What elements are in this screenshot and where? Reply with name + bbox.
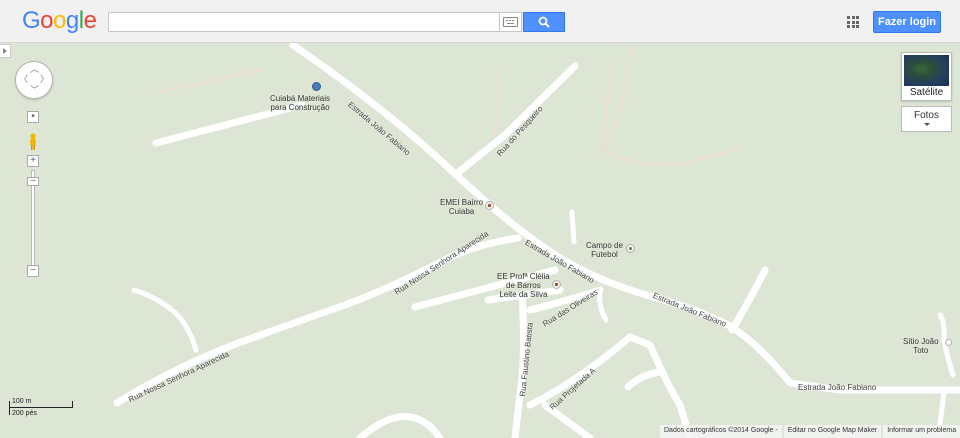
- photos-label: Fotos: [913, 110, 939, 121]
- place-label[interactable]: Campo de Futebol: [586, 241, 623, 259]
- scale-bar: 100 m 200 pés: [8, 398, 74, 418]
- school-icon[interactable]: [552, 280, 561, 289]
- place-label[interactable]: Cuiabá Materiais para Construção: [270, 94, 330, 112]
- scale-imperial-label: 200 pés: [12, 410, 37, 417]
- recenter-icon[interactable]: •: [27, 111, 39, 123]
- search-input[interactable]: [108, 12, 500, 32]
- satellite-toggle[interactable]: Satélite: [901, 52, 952, 101]
- keyboard-icon[interactable]: [500, 12, 522, 32]
- pan-down-icon[interactable]: ﹀: [30, 86, 39, 95]
- scale-metric-label: 100 m: [12, 398, 32, 405]
- satellite-label: Satélite: [909, 87, 944, 98]
- place-dot-icon[interactable]: [945, 339, 952, 346]
- map-maker-link[interactable]: Editar no Google Map Maker: [783, 425, 882, 438]
- pan-up-icon[interactable]: ︿: [30, 65, 39, 74]
- pan-control[interactable]: ︿ ﹀ 〈 〉: [15, 61, 53, 99]
- search-icon: [538, 16, 550, 28]
- school-icon[interactable]: [485, 201, 494, 210]
- satellite-thumbnail: [904, 55, 949, 86]
- search-button[interactable]: [523, 12, 565, 32]
- attribution-text: Dados cartográficos ©2014 Google -: [660, 425, 782, 438]
- zoom-slider-handle[interactable]: −: [27, 177, 39, 187]
- map-canvas[interactable]: Estrada João Fabiano Rua do Pesqueiro Es…: [0, 43, 960, 438]
- shop-icon[interactable]: [312, 82, 321, 91]
- zoom-out-button[interactable]: −: [27, 265, 39, 277]
- top-bar: Google Fazer login: [0, 0, 960, 43]
- place-label[interactable]: EE Profª Clélia de Barros Leite da Silva: [497, 272, 550, 299]
- photos-dropdown[interactable]: Fotos: [901, 106, 952, 132]
- login-button[interactable]: Fazer login: [873, 11, 941, 33]
- place-label[interactable]: Sítio João Toto: [903, 337, 939, 355]
- pegman-icon[interactable]: [28, 133, 38, 151]
- pan-left-icon[interactable]: 〈: [19, 75, 28, 84]
- road-label: Estrada João Fabiano: [798, 383, 877, 392]
- google-logo[interactable]: Google: [22, 8, 97, 34]
- chevron-down-icon: [923, 123, 930, 126]
- apps-grid-icon[interactable]: [847, 16, 859, 28]
- soccer-field-icon[interactable]: [626, 244, 635, 253]
- report-problem-link[interactable]: Informar um problema: [883, 425, 960, 438]
- pan-right-icon[interactable]: 〉: [40, 75, 49, 84]
- place-label[interactable]: EMEI Bairro Cuiaba: [440, 198, 483, 216]
- zoom-in-button[interactable]: +: [27, 155, 39, 167]
- collapse-panel-button[interactable]: [0, 44, 11, 58]
- map-footer: Dados cartográficos ©2014 Google - Edita…: [660, 425, 960, 438]
